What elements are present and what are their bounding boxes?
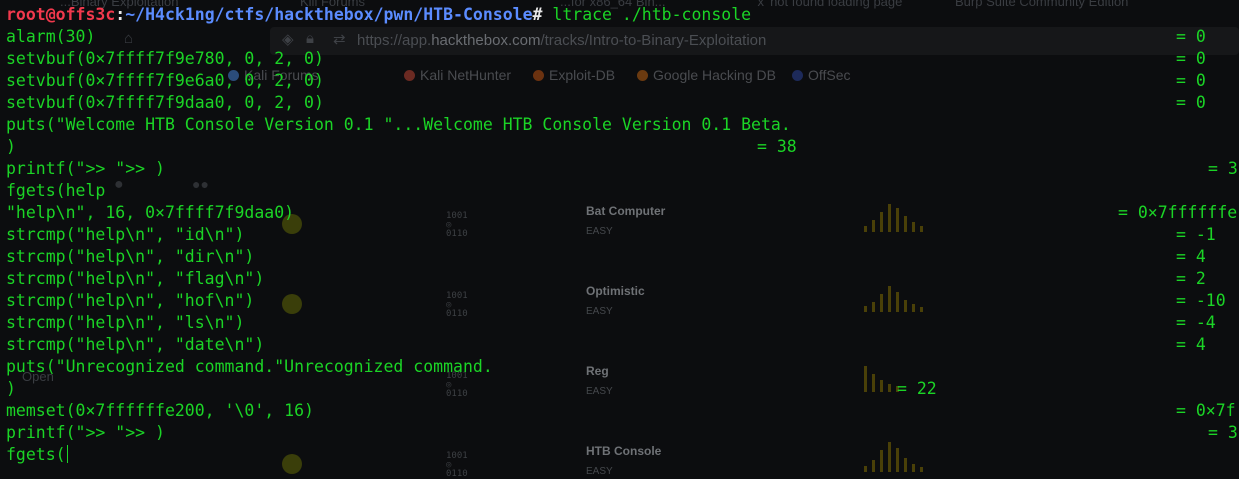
trace-return-value: = 38	[757, 137, 797, 156]
prompt-colon: :	[115, 5, 126, 24]
trace-line: fgets(help	[6, 181, 106, 200]
trace-line: puts("Unrecognized command."Unrecognized…	[6, 357, 493, 376]
prompt-path: ~/H4ck1ng/ctfs/hackthebox/pwn/HTB-Consol…	[125, 5, 533, 24]
trace-line: alarm(30)	[6, 27, 96, 46]
trace-return-value: = 22	[897, 379, 937, 398]
trace-return-value: = 0	[1176, 71, 1206, 90]
trace-line: printf(">> ">> )	[6, 159, 165, 178]
trace-line: strcmp("help\n", "date\n")	[6, 335, 265, 354]
prompt-symbol: #	[532, 5, 543, 24]
trace-return-value: = 0	[1176, 93, 1206, 112]
trace-line: puts("Welcome HTB Console Version 0.1 ".…	[6, 115, 791, 134]
trace-return-value: = 0	[1176, 49, 1206, 68]
trace-line: strcmp("help\n", "flag\n")	[6, 269, 265, 288]
trace-return-value: = 0×7f	[1176, 401, 1236, 420]
trace-return-value: = -4	[1176, 313, 1216, 332]
trace-line: setvbuf(0×7ffff7f9e780, 0, 2, 0)	[6, 49, 324, 68]
trace-line: printf(">> ">> )	[6, 423, 165, 442]
trace-return-value: = -1	[1176, 225, 1216, 244]
terminal-window[interactable]: root@offs3c:~/H4ck1ng/ctfs/hackthebox/pw…	[0, 0, 1239, 477]
shell-prompt: root@offs3c:~/H4ck1ng/ctfs/hackthebox/pw…	[6, 4, 751, 26]
trace-line: strcmp("help\n", "hof\n")	[6, 291, 255, 310]
trace-line: "help\n", 16, 0×7ffff7f9daa0)	[6, 203, 295, 222]
trace-line: strcmp("help\n", "ls\n")	[6, 313, 245, 332]
prompt-command: ltrace ./htb-console	[542, 5, 752, 24]
trace-line: setvbuf(0×7ffff7f9e6a0, 0, 2, 0)	[6, 71, 324, 90]
trace-line: )	[6, 379, 16, 398]
trace-line: memset(0×7ffffffe200, '\0', 16)	[6, 401, 314, 420]
trace-return-value: = 3	[1208, 423, 1238, 442]
trace-return-value: = 0×7ffffffe	[1118, 203, 1238, 222]
trace-line: strcmp("help\n", "id\n")	[6, 225, 245, 244]
trace-return-value: = 3	[1208, 159, 1238, 178]
trace-return-value: = 4	[1176, 247, 1206, 266]
text-cursor	[66, 445, 68, 463]
trace-return-value: = -10	[1176, 291, 1226, 310]
trace-line: setvbuf(0×7ffff7f9daa0, 0, 2, 0)	[6, 93, 324, 112]
trace-line: )	[6, 137, 16, 156]
trace-line: fgets(	[6, 445, 68, 464]
prompt-user-host: root@offs3c	[6, 5, 116, 24]
trace-return-value: = 0	[1176, 27, 1206, 46]
trace-return-value: = 4	[1176, 335, 1206, 354]
trace-line: strcmp("help\n", "dir\n")	[6, 247, 255, 266]
trace-return-value: = 2	[1176, 269, 1206, 288]
